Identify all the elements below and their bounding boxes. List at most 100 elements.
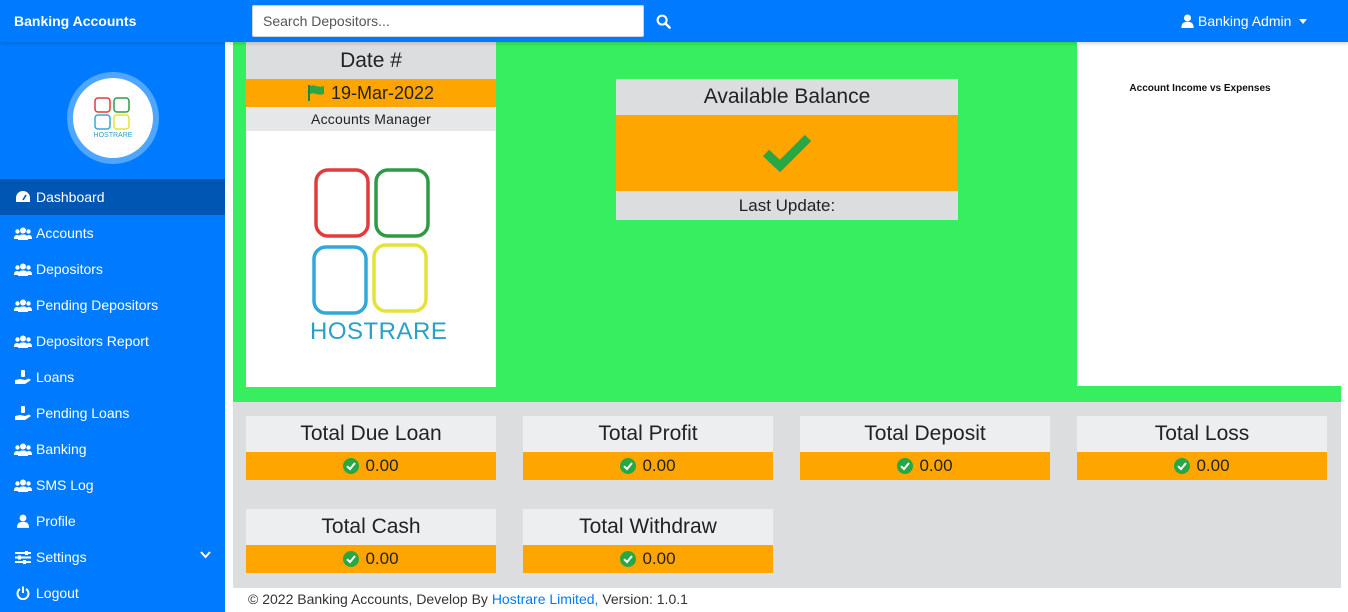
users-icon <box>14 335 32 348</box>
search-input[interactable] <box>252 5 644 37</box>
sidebar-item-label: Loans <box>36 369 75 385</box>
hostrare-logo-icon <box>94 97 130 130</box>
sidebar: HOSTRARE Dashboard Accounts Depositors P… <box>0 42 225 612</box>
user-icon <box>17 514 29 528</box>
sidebar-item-label: Settings <box>36 549 87 565</box>
sidebar-item-accounts[interactable]: Accounts <box>0 215 225 251</box>
stat-value: 0.00 <box>642 456 676 475</box>
avatar-logo: HOSTRARE <box>73 78 153 158</box>
sidebar-item-label: Pending Loans <box>36 405 130 421</box>
user-role: Accounts Manager <box>246 107 496 131</box>
sidebar-item-depositors[interactable]: Depositors <box>0 251 225 287</box>
users-icon <box>14 227 32 240</box>
check-circle-icon <box>1174 458 1191 474</box>
stat-total-cash: Total Cash 0.00 <box>246 509 496 573</box>
avatar-logo-text: HOSTRARE <box>93 132 133 139</box>
date-card-title: Date # <box>246 42 496 79</box>
footer-copyright: © 2022 Banking Accounts, Develop By <box>248 591 488 607</box>
sidebar-nav: Dashboard Accounts Depositors Pending De… <box>0 179 225 611</box>
stat-value-row: 0.00 <box>800 452 1050 480</box>
stat-value-row: 0.00 <box>523 452 773 480</box>
stat-total-profit: Total Profit 0.00 <box>523 416 773 480</box>
balance-status <box>616 115 958 191</box>
top-navbar: Banking Accounts Banking Admin <box>0 0 1348 42</box>
stat-label: Total Loss <box>1077 416 1327 452</box>
avatar: HOSTRARE <box>67 72 159 164</box>
search-button[interactable] <box>644 5 682 37</box>
stat-label: Total Due Loan <box>246 416 496 452</box>
users-icon <box>14 263 32 276</box>
footer-developer-link[interactable]: Hostrare Limited, <box>492 591 599 607</box>
chevron-down-icon[interactable] <box>200 551 211 559</box>
stat-value: 0.00 <box>919 456 953 475</box>
sidebar-item-logout[interactable]: Logout <box>0 575 225 611</box>
stat-value-row: 0.00 <box>246 545 496 573</box>
stat-label: Total Profit <box>523 416 773 452</box>
check-circle-icon <box>897 458 914 474</box>
stat-value: 0.00 <box>365 456 399 475</box>
sidebar-item-label: Dashboard <box>36 189 105 205</box>
sidebar-item-banking[interactable]: Banking <box>0 431 225 467</box>
search-form <box>252 5 682 37</box>
date-card: Date # 19-Mar-2022 Accounts Manager HOST… <box>246 42 496 387</box>
users-icon <box>14 479 32 492</box>
sidebar-item-label: SMS Log <box>36 477 94 493</box>
income-expense-chart: Account Income vs Expenses <box>1077 42 1348 386</box>
dashboard-icon <box>16 191 30 202</box>
sidebar-item-label: Depositors Report <box>36 333 149 349</box>
brand-title[interactable]: Banking Accounts <box>0 13 225 29</box>
stat-total-due-loan: Total Due Loan 0.00 <box>246 416 496 480</box>
check-circle-icon <box>620 551 637 567</box>
sidebar-item-label: Banking <box>36 441 87 457</box>
stat-value: 0.00 <box>642 549 676 568</box>
page-footer: © 2022 Banking Accounts, Develop By Host… <box>248 591 688 607</box>
last-update: Last Update: <box>616 191 958 220</box>
check-circle-icon <box>343 458 360 474</box>
check-circle-icon <box>620 458 637 474</box>
sidebar-item-profile[interactable]: Profile <box>0 503 225 539</box>
footer-version: Version: 1.0.1 <box>602 591 688 607</box>
company-logo-text: HOSTRARE <box>310 318 448 345</box>
balance-card: Available Balance Last Update: <box>616 79 958 220</box>
sidebar-item-depositors-report[interactable]: Depositors Report <box>0 323 225 359</box>
sidebar-item-label: Profile <box>36 513 76 529</box>
sidebar-item-label: Pending Depositors <box>36 297 159 313</box>
hand-holding-icon <box>15 369 31 384</box>
users-icon <box>14 299 32 312</box>
stat-value: 0.00 <box>1196 456 1230 475</box>
stat-total-deposit: Total Deposit 0.00 <box>800 416 1050 480</box>
stat-total-loss: Total Loss 0.00 <box>1077 416 1327 480</box>
hand-holding-icon <box>15 405 31 420</box>
chart-title: Account Income vs Expenses <box>1129 83 1271 94</box>
stat-total-withdraw: Total Withdraw 0.00 <box>523 509 773 573</box>
stat-label: Total Deposit <box>800 416 1050 452</box>
power-icon <box>16 586 30 600</box>
stat-label: Total Withdraw <box>523 509 773 545</box>
date-card-date: 19-Mar-2022 <box>246 79 496 107</box>
stat-label: Total Cash <box>246 509 496 545</box>
current-date: 19-Mar-2022 <box>330 82 435 103</box>
search-icon <box>656 14 671 29</box>
check-icon <box>762 134 812 173</box>
user-icon <box>1181 14 1194 28</box>
sidebar-item-pending-depositors[interactable]: Pending Depositors <box>0 287 225 323</box>
sidebar-item-label: Logout <box>36 585 79 601</box>
sliders-icon <box>15 550 31 564</box>
user-dropdown[interactable]: Banking Admin <box>1181 0 1308 42</box>
sidebar-item-pending-loans[interactable]: Pending Loans <box>0 395 225 431</box>
flag-icon <box>307 85 324 101</box>
users-icon <box>14 443 32 456</box>
check-circle-icon <box>343 551 360 567</box>
user-name: Banking Admin <box>1198 13 1292 29</box>
company-logo: HOSTRARE <box>310 166 448 351</box>
sidebar-item-label: Depositors <box>36 261 103 277</box>
stat-value-row: 0.00 <box>523 545 773 573</box>
sidebar-item-dashboard[interactable]: Dashboard <box>0 179 225 215</box>
stat-value-row: 0.00 <box>1077 452 1327 480</box>
caret-down-icon <box>1299 18 1308 24</box>
sidebar-item-settings[interactable]: Settings <box>0 539 225 575</box>
sidebar-item-loans[interactable]: Loans <box>0 359 225 395</box>
sidebar-item-sms-log[interactable]: SMS Log <box>0 467 225 503</box>
balance-title: Available Balance <box>616 79 958 115</box>
stat-value-row: 0.00 <box>246 452 496 480</box>
